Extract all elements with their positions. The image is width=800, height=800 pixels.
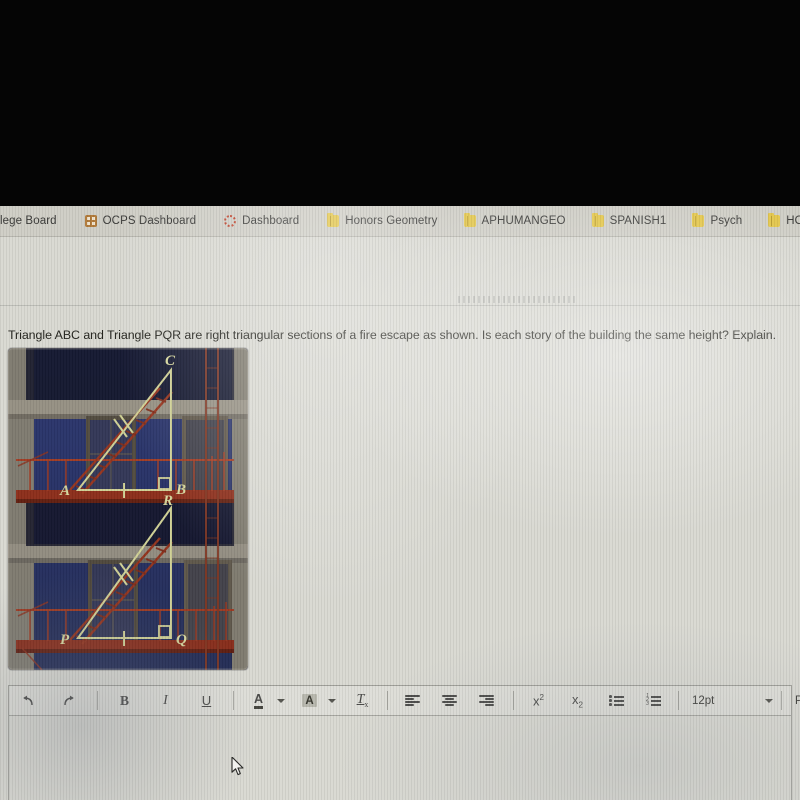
folder-icon [591,213,604,227]
mouse-cursor [231,756,245,777]
align-left-icon [405,695,420,706]
align-left-button[interactable] [398,689,427,713]
align-center-icon [442,695,457,706]
bookmark-label: Psych [710,215,743,227]
redo-arrow-icon [63,695,74,705]
highlight-color-button[interactable]: A [295,689,324,713]
undo-arrow-icon [22,695,33,705]
text-color-button[interactable]: A [244,689,273,713]
bookmark-label: Dashboard [242,215,300,227]
clear-formatting-icon: Tx [356,692,369,709]
folder-icon [768,213,781,227]
toolbar-divider [513,691,514,710]
align-center-button[interactable] [435,689,464,713]
bookmark-dashboard[interactable]: Dashboard [217,210,306,232]
bookmark-honors-bio[interactable]: HONORS BIO [761,210,800,232]
bookmark-label: HONORS BIO [786,215,800,227]
bookmark-ocps-dashboard[interactable]: OCPS Dashboard [78,210,203,232]
superscript-button[interactable]: x2 [524,689,553,713]
chevron-down-icon [765,698,773,703]
bookmark-label: SPANISH1 [609,215,667,227]
bookmark-label: lege Board [0,215,57,227]
folder-icon [327,213,340,227]
font-size-value: 12pt [692,694,715,707]
grid-favicon-icon [84,215,97,227]
italic-button[interactable]: I [151,689,180,713]
question-text: Triangle ABC and Triangle PQR are right … [8,328,776,342]
canvas-ring-icon [224,215,237,227]
redo-button[interactable] [54,689,83,713]
folder-icon [463,213,476,227]
folder-icon [692,213,705,227]
bookmark-honors-geometry[interactable]: Honors Geometry [320,210,444,232]
numbered-list-button[interactable]: 1 2 3 [639,689,668,713]
bookmark-label: Honors Geometry [345,215,438,227]
text-color-icon: A [253,692,264,709]
bullet-list-button[interactable] [602,689,631,713]
document-area: Triangle ABC and Triangle PQR are right … [0,236,800,800]
underline-icon: U [201,693,212,708]
bullet-list-icon [609,695,624,706]
subscript-button[interactable]: x2 [563,689,592,713]
bookmarks-bar: lege Board OCPS Dashboard Dashboard Hono… [0,206,800,237]
block-format-value: Paragraph [795,694,800,707]
superscript-icon: x2 [533,692,544,709]
font-size-select[interactable]: 12pt [685,689,773,713]
toolbar-divider [781,691,782,710]
numbered-list-icon: 1 2 3 [646,694,661,707]
bookmark-spanish1[interactable]: SPANISH1 [585,210,674,232]
bookmark-label: OCPS Dashboard [102,215,197,227]
italic-icon: I [163,692,168,708]
clear-formatting-button[interactable]: Tx [348,689,377,713]
toolbar-divider [678,691,679,710]
highlight-color-icon: A [302,694,317,707]
block-format-select[interactable]: Paragraph [788,689,800,713]
text-color-dropdown-arrow[interactable] [277,698,285,703]
question-figure: C A B R P Q [8,348,248,670]
underline-button[interactable]: U [192,689,221,713]
subscript-icon: x2 [572,691,583,710]
undo-button[interactable] [13,689,42,713]
bookmark-psych[interactable]: Psych [685,210,749,232]
bold-button[interactable]: B [110,689,139,713]
toolbar-divider [233,691,234,710]
bookmark-aphumangeo[interactable]: APHUMANGEO [457,210,573,232]
bold-icon: B [119,692,129,708]
bookmark-label: APHUMANGEO [481,215,566,227]
highlight-color-dropdown-arrow[interactable] [328,698,336,703]
browser-window: lege Board OCPS Dashboard Dashboard Hono… [0,206,800,800]
toolbar-divider [97,691,98,710]
editor-text-area[interactable] [8,716,792,800]
bookmark-college-board[interactable]: lege Board [0,210,64,232]
monitor-photo: lege Board OCPS Dashboard Dashboard Hono… [0,0,800,800]
fire-escape-diagram: C A B R P Q [8,348,248,670]
align-right-button[interactable] [472,689,501,713]
monitor-bezel [0,0,800,206]
align-right-icon [479,695,494,706]
divider [0,305,800,306]
toolbar-divider [387,691,388,710]
editor-toolbar: B I U A A Tx x2 x2 1 2 3 12pt P [8,685,800,716]
faded-ui-artifact [458,296,576,303]
